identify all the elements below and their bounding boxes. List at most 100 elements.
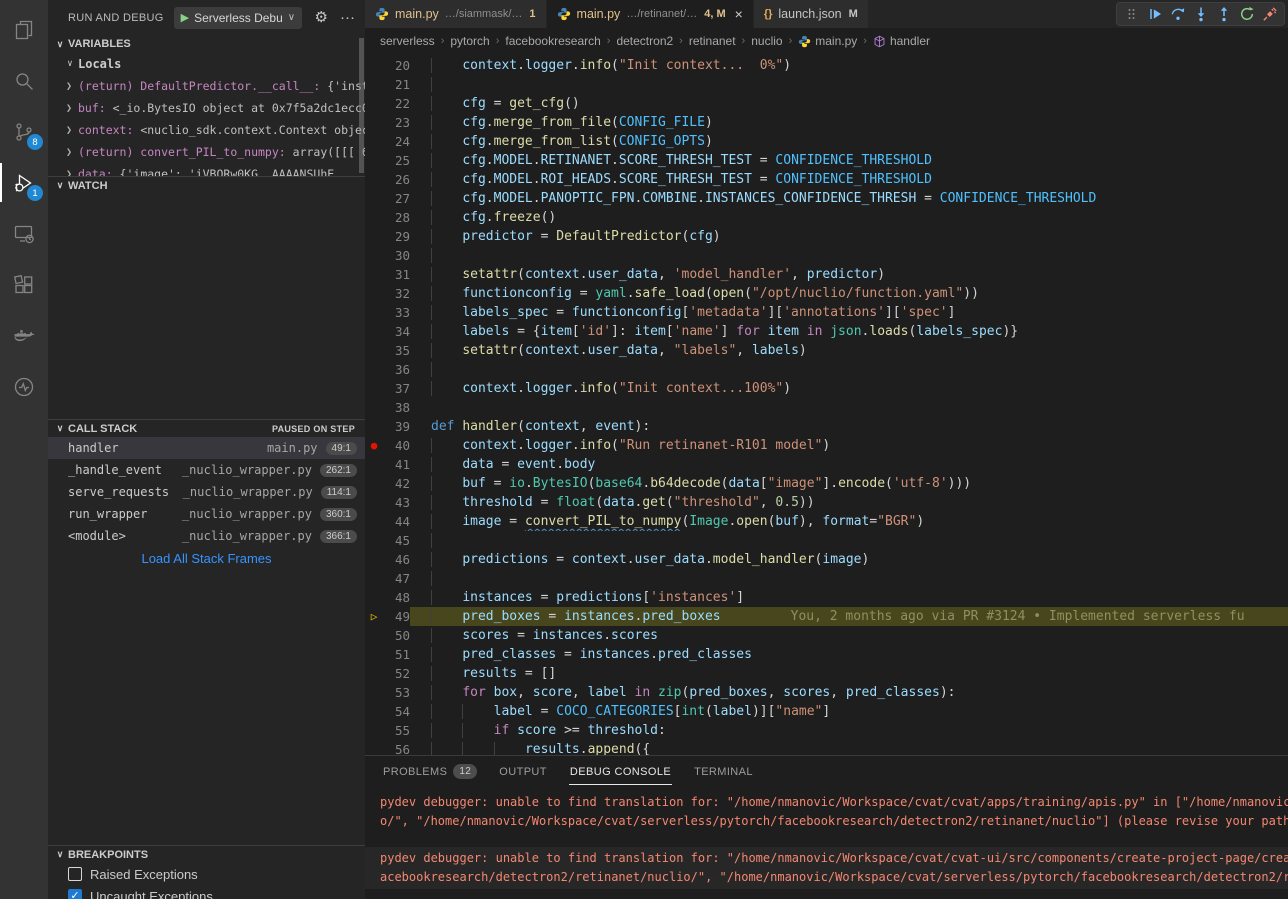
breadcrumb-item-detectron2[interactable]: detectron2 bbox=[616, 34, 673, 48]
checkbox-unchecked-icon[interactable] bbox=[68, 867, 82, 881]
code-line-45[interactable]: 45 bbox=[365, 531, 1288, 550]
panel-tab-problems[interactable]: PROBLEMS12 bbox=[383, 756, 477, 787]
code-line-37[interactable]: 37 context.logger.info("Init context...1… bbox=[365, 379, 1288, 398]
activity-item-docker[interactable] bbox=[0, 310, 48, 361]
debug-console-output[interactable]: pydev debugger: unable to find translati… bbox=[365, 787, 1288, 899]
code-line-54[interactable]: 54 label = COCO_CATEGORIES[int(label)]["… bbox=[365, 702, 1288, 721]
code-line-43[interactable]: 43 threshold = float(data.get("threshold… bbox=[365, 493, 1288, 512]
activity-item-source-control[interactable]: 8 bbox=[0, 106, 48, 157]
breadcrumb-item-serverless[interactable]: serverless bbox=[380, 34, 435, 48]
code-line-28[interactable]: 28 cfg.freeze() bbox=[365, 208, 1288, 227]
stack-frame[interactable]: _handle_event_nuclio_wrapper.py262:1 bbox=[48, 459, 365, 481]
breadcrumb-item-retinanet[interactable]: retinanet bbox=[689, 34, 736, 48]
code-line-21[interactable]: 21 bbox=[365, 75, 1288, 94]
code-line-22[interactable]: 22 cfg = get_cfg() bbox=[365, 94, 1288, 113]
activity-item-search[interactable] bbox=[0, 55, 48, 106]
call-stack-section-header[interactable]: ∨ CALL STACK PAUSED ON STEP bbox=[48, 419, 365, 437]
code-line-51[interactable]: 51 pred_classes = instances.pred_classes bbox=[365, 645, 1288, 664]
close-icon[interactable]: × bbox=[735, 6, 743, 22]
locals-scope-row[interactable]: ∨ Locals bbox=[48, 53, 365, 75]
continue-button[interactable] bbox=[1143, 3, 1166, 25]
breakpoint-row[interactable]: ✓Uncaught Exceptions bbox=[48, 885, 365, 899]
stack-frame[interactable]: handlermain.py49:1 bbox=[48, 437, 365, 459]
code-line-24[interactable]: 24 cfg.merge_from_list(CONFIG_OPTS) bbox=[365, 132, 1288, 151]
variable-row[interactable]: ❯(return) convert_PIL_to_numpy: array([[… bbox=[48, 141, 365, 163]
restart-button[interactable] bbox=[1235, 3, 1258, 25]
debug-config-dropdown[interactable]: ▶ Serverless Debu ∨ bbox=[174, 7, 303, 29]
code-line-33[interactable]: 33 labels_spec = functionconfig['metadat… bbox=[365, 303, 1288, 322]
console-message[interactable]: pydev debugger: unable to find translati… bbox=[365, 847, 1288, 889]
code-line-52[interactable]: 52 results = [] bbox=[365, 664, 1288, 683]
step-out-button[interactable] bbox=[1212, 3, 1235, 25]
activity-item-extensions[interactable] bbox=[0, 259, 48, 310]
console-message[interactable]: pydev debugger: unable to find translati… bbox=[365, 791, 1288, 833]
code-line-50[interactable]: 50 scores = instances.scores bbox=[365, 626, 1288, 645]
stack-frame[interactable]: serve_requests_nuclio_wrapper.py114:1 bbox=[48, 481, 365, 503]
chevron-right-icon[interactable]: ❯ bbox=[66, 125, 78, 136]
code-line-53[interactable]: 53 for box, score, label in zip(pred_box… bbox=[365, 683, 1288, 702]
code-line-48[interactable]: 48 instances = predictions['instances'] bbox=[365, 588, 1288, 607]
code-line-30[interactable]: 30 bbox=[365, 246, 1288, 265]
disconnect-button[interactable] bbox=[1258, 3, 1281, 25]
breakpoints-section-header[interactable]: ∨ BREAKPOINTS bbox=[48, 845, 365, 863]
code-line-40[interactable]: ●40 context.logger.info("Run retinanet-R… bbox=[365, 436, 1288, 455]
chevron-right-icon[interactable]: ❯ bbox=[66, 169, 78, 177]
editor-tab-launch.json[interactable]: {}launch.jsonM bbox=[754, 0, 869, 28]
breadcrumb-item-pytorch[interactable]: pytorch bbox=[450, 34, 489, 48]
code-line-34[interactable]: 34 labels = {item['id']: item['name'] fo… bbox=[365, 322, 1288, 341]
more-actions-icon[interactable]: ··· bbox=[340, 10, 355, 25]
code-line-41[interactable]: 41 data = event.body bbox=[365, 455, 1288, 474]
chevron-right-icon[interactable]: ❯ bbox=[66, 81, 78, 92]
activity-item-profiler[interactable] bbox=[0, 361, 48, 412]
code-line-32[interactable]: 32 functionconfig = yaml.safe_load(open(… bbox=[365, 284, 1288, 303]
code-line-27[interactable]: 27 cfg.MODEL.PANOPTIC_FPN.COMBINE.INSTAN… bbox=[365, 189, 1288, 208]
code-editor[interactable]: 20 context.logger.info("Init context... … bbox=[365, 54, 1288, 755]
code-line-29[interactable]: 29 predictor = DefaultPredictor(cfg) bbox=[365, 227, 1288, 246]
variables-section-header[interactable]: ∨ VARIABLES bbox=[48, 35, 365, 53]
breadcrumb-item-facebookresearch[interactable]: facebookresearch bbox=[505, 34, 600, 48]
panel-tab-output[interactable]: OUTPUT bbox=[499, 756, 547, 787]
activity-item-run-and-debug[interactable]: 1 bbox=[0, 157, 48, 208]
editor-tab-main.py[interactable]: main.py…/retinanet/…4, M× bbox=[547, 0, 754, 28]
step-over-button[interactable] bbox=[1166, 3, 1189, 25]
code-line-25[interactable]: 25 cfg.MODEL.RETINANET.SCORE_THRESH_TEST… bbox=[365, 151, 1288, 170]
variable-row[interactable]: ❯buf: <_io.BytesIO object at 0x7f5a2dc1e… bbox=[48, 97, 365, 119]
code-line-49[interactable]: ▷49 pred_boxes = instances.pred_boxesYou… bbox=[365, 607, 1288, 626]
chevron-right-icon[interactable]: ❯ bbox=[66, 147, 78, 158]
breadcrumb-item-main.py[interactable]: main.py bbox=[798, 34, 857, 48]
code-line-44[interactable]: 44 image = convert_PIL_to_numpy(Image.op… bbox=[365, 512, 1288, 531]
variable-row[interactable]: ❯(return) DefaultPredictor.__call__: {'i… bbox=[48, 75, 365, 97]
variable-row[interactable]: ❯data: {'image': 'iVBORw0KG..AAAANSUhE… bbox=[48, 163, 365, 176]
sidebar-scrollbar[interactable] bbox=[359, 38, 364, 173]
code-line-39[interactable]: 39def handler(context, event): bbox=[365, 417, 1288, 436]
breakpoint-icon[interactable]: ● bbox=[371, 439, 378, 452]
load-all-stack-frames-link[interactable]: Load All Stack Frames bbox=[141, 551, 271, 566]
breakpoint-row[interactable]: Raised Exceptions bbox=[48, 863, 365, 885]
breadcrumb-item-nuclio[interactable]: nuclio bbox=[751, 34, 782, 48]
variable-row[interactable]: ❯context: <nuclio_sdk.context.Context ob… bbox=[48, 119, 365, 141]
activity-item-remote-explorer[interactable] bbox=[0, 208, 48, 259]
stack-frame[interactable]: run_wrapper_nuclio_wrapper.py360:1 bbox=[48, 503, 365, 525]
code-line-47[interactable]: 47 bbox=[365, 569, 1288, 588]
activity-item-explorer[interactable] bbox=[0, 4, 48, 55]
code-line-35[interactable]: 35 setattr(context.user_data, "labels", … bbox=[365, 341, 1288, 360]
watch-section-header[interactable]: ∨ WATCH bbox=[48, 176, 365, 194]
code-line-31[interactable]: 31 setattr(context.user_data, 'model_han… bbox=[365, 265, 1288, 284]
checkbox-checked-icon[interactable]: ✓ bbox=[68, 889, 82, 899]
gear-icon[interactable]: ⚙ bbox=[315, 10, 328, 25]
code-line-23[interactable]: 23 cfg.merge_from_file(CONFIG_FILE) bbox=[365, 113, 1288, 132]
editor-tab-main.py[interactable]: main.py…/siammask/…1 bbox=[365, 0, 547, 28]
code-line-42[interactable]: 42 buf = io.BytesIO(base64.b64decode(dat… bbox=[365, 474, 1288, 493]
stack-frame[interactable]: <module>_nuclio_wrapper.py366:1 bbox=[48, 525, 365, 547]
code-line-56[interactable]: 56 results.append({ bbox=[365, 740, 1288, 755]
start-debug-icon[interactable]: ▶ bbox=[181, 11, 189, 24]
code-line-38[interactable]: 38 bbox=[365, 398, 1288, 417]
code-line-26[interactable]: 26 cfg.MODEL.ROI_HEADS.SCORE_THRESH_TEST… bbox=[365, 170, 1288, 189]
code-line-55[interactable]: 55 if score >= threshold: bbox=[365, 721, 1288, 740]
chevron-right-icon[interactable]: ❯ bbox=[66, 103, 78, 114]
code-line-46[interactable]: 46 predictions = context.user_data.model… bbox=[365, 550, 1288, 569]
code-line-36[interactable]: 36 bbox=[365, 360, 1288, 379]
code-line-20[interactable]: 20 context.logger.info("Init context... … bbox=[365, 56, 1288, 75]
breadcrumb-item-handler[interactable]: handler bbox=[873, 34, 930, 48]
panel-tab-terminal[interactable]: TERMINAL bbox=[694, 756, 753, 787]
